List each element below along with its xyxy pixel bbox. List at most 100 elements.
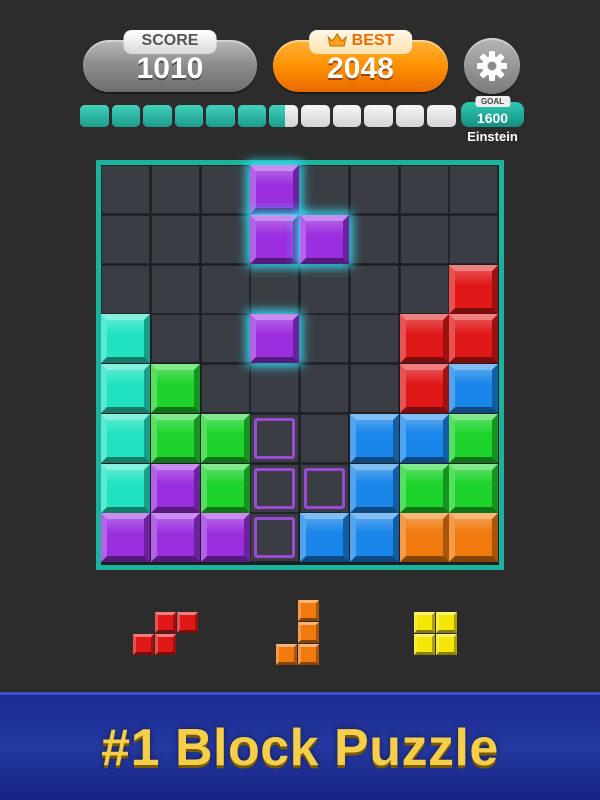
- progress-segment: [143, 105, 172, 127]
- goal-label: GOAL: [474, 96, 511, 107]
- placed-block: [150, 513, 200, 563]
- board-cell: [250, 264, 300, 314]
- placed-block: [399, 314, 449, 364]
- board-cell: [349, 314, 399, 364]
- active-piece-block[interactable]: [300, 214, 349, 264]
- placed-block: [399, 413, 449, 463]
- best-score-panel: BEST 2048: [273, 30, 448, 92]
- goal-progress-bar: [80, 105, 456, 127]
- placed-block: [200, 513, 250, 563]
- progress-segment: [237, 105, 267, 127]
- progress-segment: [174, 105, 204, 127]
- tray-piece-block: [276, 644, 297, 665]
- board-cell: [101, 165, 150, 214]
- board-cell: [449, 214, 499, 264]
- placement-hint-outline: [250, 414, 299, 463]
- game-board[interactable]: [96, 160, 504, 570]
- progress-segment: [301, 105, 330, 127]
- board-cell: [101, 264, 150, 314]
- best-label: BEST: [351, 32, 395, 49]
- active-piece-block[interactable]: [250, 314, 300, 364]
- progress-fill: [80, 105, 109, 127]
- tray-piece-block: [436, 634, 457, 655]
- board-cell: [150, 165, 200, 214]
- board-cell: [449, 165, 499, 214]
- board-cell: [150, 314, 200, 364]
- board-cell: [300, 314, 349, 364]
- placement-hint-outline: [300, 464, 349, 513]
- placed-block: [449, 264, 499, 314]
- active-piece-block[interactable]: [250, 214, 300, 264]
- board-cell: [300, 165, 349, 214]
- progress-fill: [269, 105, 286, 127]
- score-panel: SCORE 1010: [83, 30, 257, 92]
- tray-piece-block: [298, 644, 319, 665]
- placed-block: [200, 463, 250, 513]
- placed-block: [349, 513, 399, 563]
- placed-block: [449, 463, 499, 513]
- tray-piece-block: [414, 612, 435, 633]
- progress-fill: [237, 105, 267, 127]
- goal-value: 1600: [476, 110, 509, 126]
- tray-piece-block: [177, 612, 198, 633]
- placed-block: [449, 413, 499, 463]
- board-cell: [200, 314, 250, 364]
- board-cell: [200, 165, 250, 214]
- progress-segment: [111, 105, 141, 127]
- goal-badge: GOAL 1600: [461, 96, 524, 127]
- board-cell: [399, 214, 449, 264]
- placed-block: [399, 513, 449, 563]
- tray-piece-block: [155, 634, 176, 655]
- board-cell: [349, 214, 399, 264]
- board-cell: [200, 214, 250, 264]
- placed-block: [150, 364, 200, 413]
- board-cell: [399, 165, 449, 214]
- board-cell: [101, 214, 150, 264]
- board-cell: [349, 364, 399, 413]
- placed-block: [449, 314, 499, 364]
- placed-block: [200, 413, 250, 463]
- placement-hint-outline: [250, 464, 299, 513]
- placed-block: [101, 413, 150, 463]
- placed-block: [349, 463, 399, 513]
- board-cell: [349, 165, 399, 214]
- placed-block: [101, 364, 150, 413]
- rank-title: Einstein: [467, 129, 518, 144]
- progress-segment: [80, 105, 109, 127]
- progress-segment: [269, 105, 299, 127]
- score-value: 1010: [136, 52, 204, 85]
- best-value: 2048: [327, 52, 394, 85]
- crown-icon: [326, 33, 347, 47]
- board-cell: [399, 264, 449, 314]
- active-piece-block[interactable]: [250, 165, 300, 214]
- settings-button[interactable]: [464, 38, 520, 94]
- placed-block: [150, 463, 200, 513]
- board-cell: [150, 264, 200, 314]
- progress-segment: [395, 105, 425, 127]
- tray-piece-block: [436, 612, 457, 633]
- progress-segment: [427, 105, 456, 127]
- progress-fill: [174, 105, 204, 127]
- best-label-tag: BEST: [308, 30, 413, 54]
- banner-title: #1 Block Puzzle: [101, 718, 499, 777]
- placed-block: [449, 364, 499, 413]
- board-cell: [300, 364, 349, 413]
- board-cell: [250, 364, 300, 413]
- placed-block: [150, 413, 200, 463]
- board-cell: [200, 364, 250, 413]
- progress-fill: [206, 105, 235, 127]
- gear-icon: [477, 51, 507, 81]
- placed-block: [449, 513, 499, 563]
- tray-piece-block: [155, 612, 176, 633]
- tray-piece-block: [414, 634, 435, 655]
- progress-segment: [332, 105, 362, 127]
- tray-piece-block: [133, 634, 154, 655]
- score-label: SCORE: [123, 30, 217, 54]
- board-cell: [300, 264, 349, 314]
- placed-block: [300, 513, 349, 563]
- board-cell: [300, 413, 349, 463]
- progress-segment: [206, 105, 235, 127]
- placed-block: [101, 513, 150, 563]
- placement-hint-outline: [250, 513, 299, 562]
- progress-fill: [111, 105, 141, 127]
